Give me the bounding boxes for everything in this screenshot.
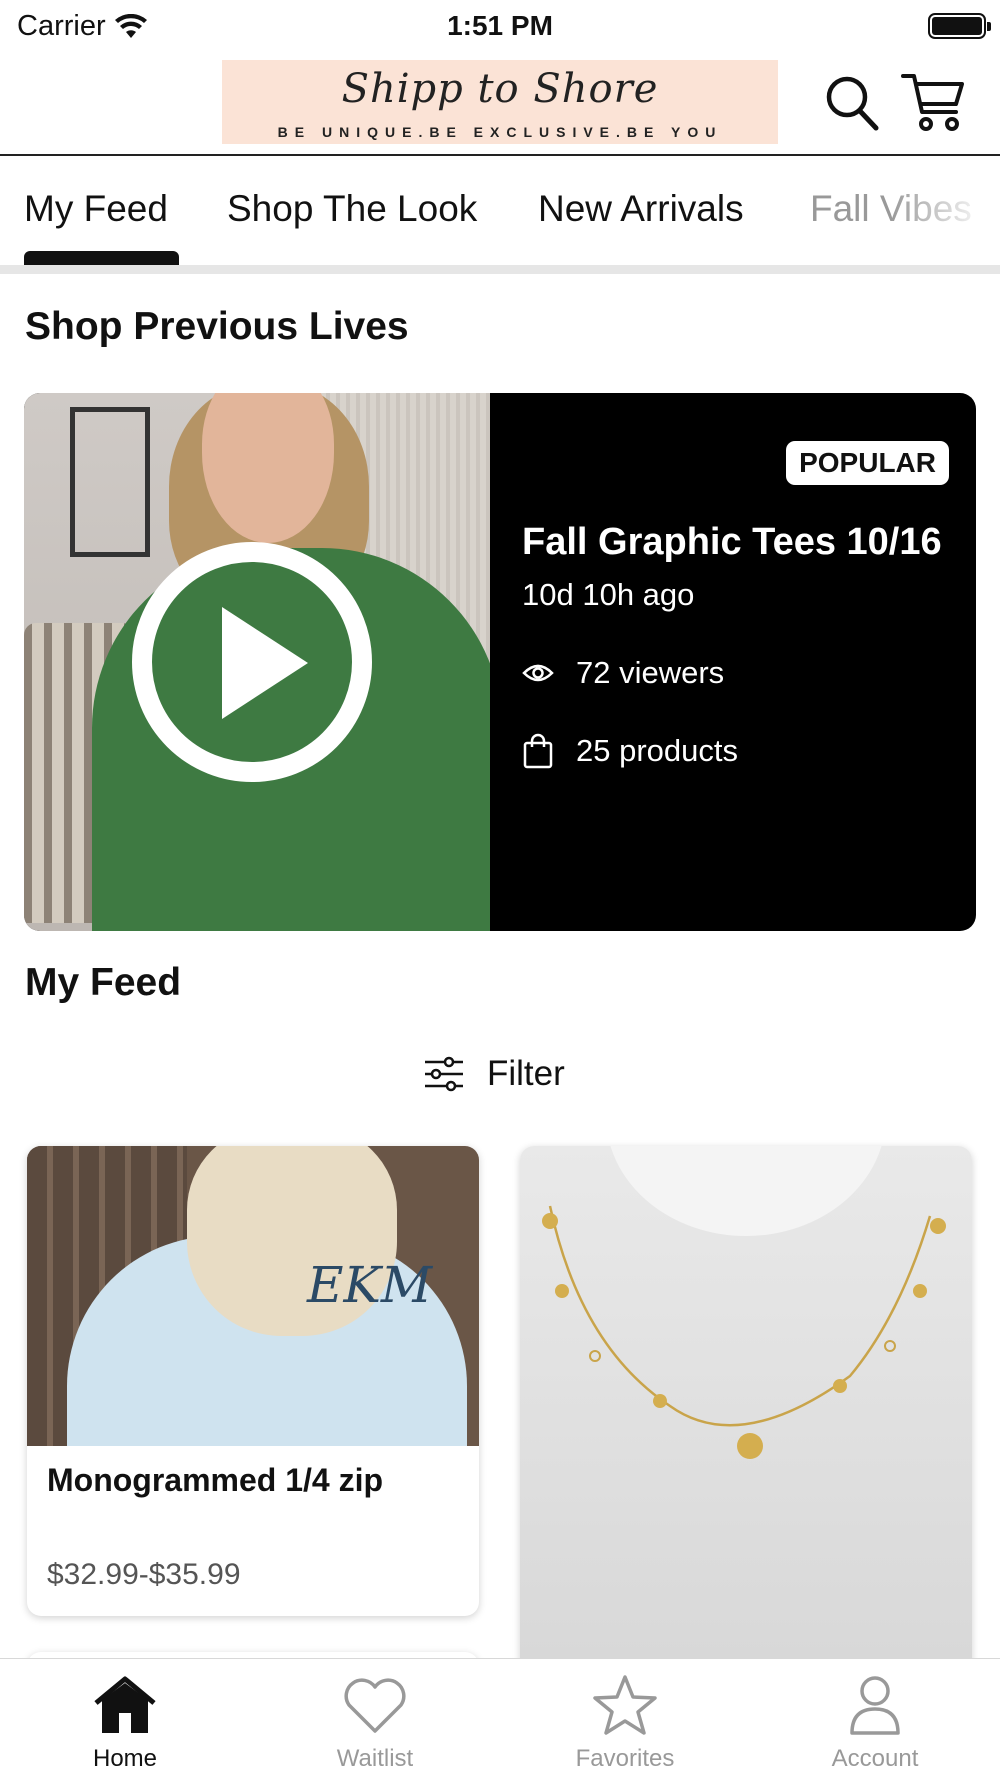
tab-new-arrivals[interactable]: New Arrivals: [538, 188, 744, 230]
filter-sliders-icon: [425, 1056, 463, 1092]
tab-my-feed[interactable]: My Feed: [24, 188, 168, 230]
battery-icon: [928, 13, 991, 39]
header: Shipp to Shore BE UNIQUE.BE EXCLUSIVE.BE…: [0, 52, 1000, 156]
product-image[interactable]: EKM: [27, 1146, 479, 1446]
viewers-count: 72 viewers: [576, 655, 725, 690]
nav-favorites[interactable]: Favorites: [500, 1659, 750, 1778]
tabs-divider: [0, 265, 1000, 274]
active-tab-indicator: [24, 251, 179, 265]
cart-icon: [901, 74, 964, 131]
category-tabs: My Feed Shop The Look New Arrivals Fall …: [0, 158, 1000, 274]
live-title: Fall Graphic Tees 10/16: [522, 521, 942, 563]
play-triangle: [222, 607, 308, 719]
search-icon: [826, 76, 879, 131]
nav-home[interactable]: Home: [0, 1659, 250, 1778]
product-price: $32.99-$35.99: [47, 1558, 241, 1591]
products-count: 25 products: [576, 733, 738, 768]
bottom-tab-bar: Home Waitlist Favorites Account: [0, 1658, 1000, 1778]
logo-script: Shipp to Shore: [341, 66, 659, 112]
nav-account[interactable]: Account: [750, 1659, 1000, 1778]
monogram-text: EKM: [307, 1256, 433, 1314]
logo-tagline: BE UNIQUE.BE EXCLUSIVE.BE YOU: [277, 124, 723, 140]
status-bar: Carrier 1:51 PM: [0, 0, 1000, 52]
previous-live-card[interactable]: POPULAR Fall Graphic Tees 10/16 10d 10h …: [24, 393, 976, 931]
popular-badge: POPULAR: [786, 441, 949, 485]
store-logo[interactable]: Shipp to Shore BE UNIQUE.BE EXCLUSIVE.BE…: [222, 60, 778, 144]
product-card[interactable]: EKM Monogrammed 1/4 zip $32.99-$35.99: [27, 1146, 479, 1616]
nav-label-waitlist: Waitlist: [336, 1745, 414, 1772]
heart-icon: [344, 1678, 406, 1733]
person-icon: [850, 1676, 900, 1735]
viewers-stat: 72 viewers: [522, 655, 724, 691]
status-time: 1:51 PM: [447, 10, 553, 41]
nav-label-home: Home: [92, 1745, 158, 1772]
nav-label-account: Account: [831, 1745, 919, 1772]
live-video-thumbnail[interactable]: [24, 393, 490, 931]
live-info-panel: POPULAR Fall Graphic Tees 10/16 10d 10h …: [490, 393, 976, 931]
previous-lives-title: Shop Previous Lives: [25, 305, 409, 348]
product-name[interactable]: Monogrammed 1/4 zip: [47, 1462, 383, 1499]
tabs-fade: [890, 158, 1000, 258]
search-button[interactable]: [824, 72, 880, 132]
my-feed-title: My Feed: [25, 961, 182, 1004]
home-icon: [94, 1676, 156, 1733]
products-stat: 25 products: [522, 733, 738, 769]
cart-button[interactable]: [900, 70, 966, 134]
star-icon: [593, 1675, 657, 1735]
nav-waitlist[interactable]: Waitlist: [250, 1659, 500, 1778]
filter-label: Filter: [487, 1054, 565, 1093]
live-time-ago: 10d 10h ago: [522, 577, 695, 612]
tab-shop-the-look[interactable]: Shop The Look: [227, 188, 477, 230]
eye-icon: [522, 664, 554, 682]
nav-label-favorites: Favorites: [575, 1745, 675, 1772]
shopping-bag-icon: [523, 733, 553, 769]
filter-button[interactable]: Filter: [423, 1054, 565, 1094]
